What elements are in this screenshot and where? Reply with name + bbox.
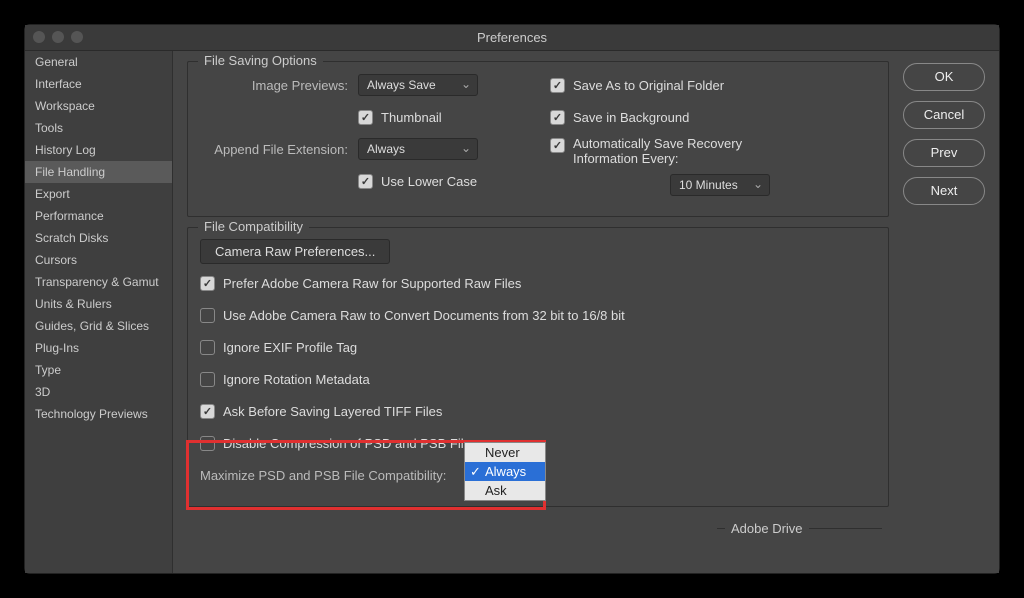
sidebar-item-units-rulers[interactable]: Units & Rulers — [25, 293, 172, 315]
lowercase-checkbox[interactable] — [358, 174, 373, 189]
sidebar-item-performance[interactable]: Performance — [25, 205, 172, 227]
window-controls[interactable] — [33, 31, 83, 43]
main-panel: File Saving Options Image Previews: Alwa… — [173, 51, 903, 573]
adobe-drive-group: Adobe Drive — [717, 521, 882, 539]
camera-raw-prefs-button[interactable]: Camera Raw Preferences... — [200, 239, 390, 264]
lowercase-label: Use Lower Case — [381, 174, 477, 189]
sidebar-item-transparency-gamut[interactable]: Transparency & Gamut — [25, 271, 172, 293]
autosave-interval-select[interactable]: 10 Minutes — [670, 174, 770, 196]
maximize-compat-dropdown[interactable]: NeverAlwaysAsk — [464, 442, 546, 501]
preferences-window: Preferences GeneralInterfaceWorkspaceToo… — [24, 24, 1000, 574]
save-bg-label: Save in Background — [573, 110, 689, 125]
maximize-option-never[interactable]: Never — [465, 443, 545, 462]
sidebar-item-plug-ins[interactable]: Plug-Ins — [25, 337, 172, 359]
zoom-icon[interactable] — [71, 31, 83, 43]
sidebar-item-general[interactable]: General — [25, 51, 172, 73]
sidebar-item-guides-grid-slices[interactable]: Guides, Grid & Slices — [25, 315, 172, 337]
thumbnail-label: Thumbnail — [381, 110, 442, 125]
autosave-checkbox[interactable] — [550, 138, 565, 153]
maximize-compat-label: Maximize PSD and PSB File Compatibility: — [200, 468, 446, 483]
cancel-button[interactable]: Cancel — [903, 101, 985, 129]
ignore-rotation-label: Ignore Rotation Metadata — [223, 372, 370, 387]
ignore-exif-label: Ignore EXIF Profile Tag — [223, 340, 357, 355]
maximize-option-always[interactable]: Always — [465, 462, 545, 481]
maximize-option-ask[interactable]: Ask — [465, 481, 545, 500]
prefer-acr-checkbox[interactable] — [200, 276, 215, 291]
ask-tiff-label: Ask Before Saving Layered TIFF Files — [223, 404, 442, 419]
file-compat-title: File Compatibility — [198, 219, 309, 234]
disable-compress-label: Disable Compression of PSD and PSB Files — [223, 436, 477, 451]
save-bg-checkbox[interactable] — [550, 110, 565, 125]
ok-button[interactable]: OK — [903, 63, 985, 91]
sidebar-item-history-log[interactable]: History Log — [25, 139, 172, 161]
saveas-original-label: Save As to Original Folder — [573, 78, 724, 93]
close-icon[interactable] — [33, 31, 45, 43]
autosave-label: Automatically Save Recovery Information … — [573, 136, 773, 166]
disable-compress-checkbox[interactable] — [200, 436, 215, 451]
file-saving-group: File Saving Options Image Previews: Alwa… — [187, 61, 889, 217]
append-ext-label: Append File Extension: — [200, 142, 358, 157]
file-saving-title: File Saving Options — [198, 53, 323, 68]
sidebar-item-workspace[interactable]: Workspace — [25, 95, 172, 117]
sidebar-item-type[interactable]: Type — [25, 359, 172, 381]
sidebar-item-interface[interactable]: Interface — [25, 73, 172, 95]
sidebar-item-cursors[interactable]: Cursors — [25, 249, 172, 271]
image-previews-label: Image Previews: — [200, 78, 358, 93]
sidebar-item-tools[interactable]: Tools — [25, 117, 172, 139]
saveas-original-checkbox[interactable] — [550, 78, 565, 93]
ask-tiff-checkbox[interactable] — [200, 404, 215, 419]
sidebar-item-3d[interactable]: 3D — [25, 381, 172, 403]
use-acr32-label: Use Adobe Camera Raw to Convert Document… — [223, 308, 625, 323]
sidebar-item-scratch-disks[interactable]: Scratch Disks — [25, 227, 172, 249]
next-button[interactable]: Next — [903, 177, 985, 205]
sidebar-item-export[interactable]: Export — [25, 183, 172, 205]
image-previews-select[interactable]: Always Save — [358, 74, 478, 96]
ignore-rotation-checkbox[interactable] — [200, 372, 215, 387]
sidebar-item-technology-previews[interactable]: Technology Previews — [25, 403, 172, 425]
titlebar: Preferences — [25, 25, 999, 51]
ignore-exif-checkbox[interactable] — [200, 340, 215, 355]
prev-button[interactable]: Prev — [903, 139, 985, 167]
prefer-acr-label: Prefer Adobe Camera Raw for Supported Ra… — [223, 276, 521, 291]
adobe-drive-title: Adobe Drive — [725, 521, 809, 536]
thumbnail-checkbox[interactable] — [358, 110, 373, 125]
file-compat-group: File Compatibility Camera Raw Preference… — [187, 227, 889, 507]
append-ext-select[interactable]: Always — [358, 138, 478, 160]
window-title: Preferences — [477, 30, 547, 45]
dialog-buttons: OK Cancel Prev Next — [903, 51, 999, 573]
minimize-icon[interactable] — [52, 31, 64, 43]
sidebar-item-file-handling[interactable]: File Handling — [25, 161, 172, 183]
category-sidebar: GeneralInterfaceWorkspaceToolsHistory Lo… — [25, 51, 173, 573]
use-acr32-checkbox[interactable] — [200, 308, 215, 323]
